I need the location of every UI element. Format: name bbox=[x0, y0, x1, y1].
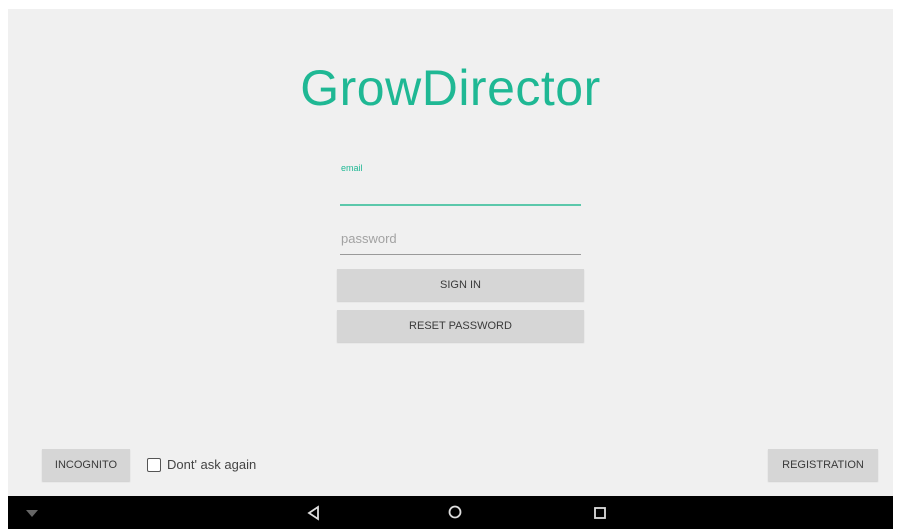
back-icon[interactable] bbox=[306, 505, 322, 521]
registration-button[interactable]: REGISTRATION bbox=[768, 449, 878, 481]
system-nav-bar bbox=[8, 496, 893, 529]
password-field[interactable]: password bbox=[341, 231, 397, 246]
reset-password-button[interactable]: RESET PASSWORD bbox=[337, 310, 584, 342]
home-icon[interactable] bbox=[447, 504, 463, 520]
email-label: email bbox=[341, 163, 363, 173]
app-screen: GrowDirector email password SIGN IN RESE… bbox=[8, 9, 893, 496]
sign-in-button[interactable]: SIGN IN bbox=[337, 269, 584, 301]
app-title: GrowDirector bbox=[300, 60, 601, 116]
dont-ask-label: Dont' ask again bbox=[167, 457, 257, 472]
dont-ask-checkbox[interactable] bbox=[147, 457, 161, 472]
incognito-button[interactable]: INCOGNITO bbox=[42, 449, 130, 481]
recent-apps-icon[interactable] bbox=[592, 505, 608, 521]
dont-ask-checkbox-row[interactable]: Dont' ask again bbox=[147, 457, 256, 472]
wifi-icon bbox=[26, 510, 38, 517]
password-underline bbox=[340, 254, 581, 255]
email-field[interactable] bbox=[340, 204, 581, 206]
